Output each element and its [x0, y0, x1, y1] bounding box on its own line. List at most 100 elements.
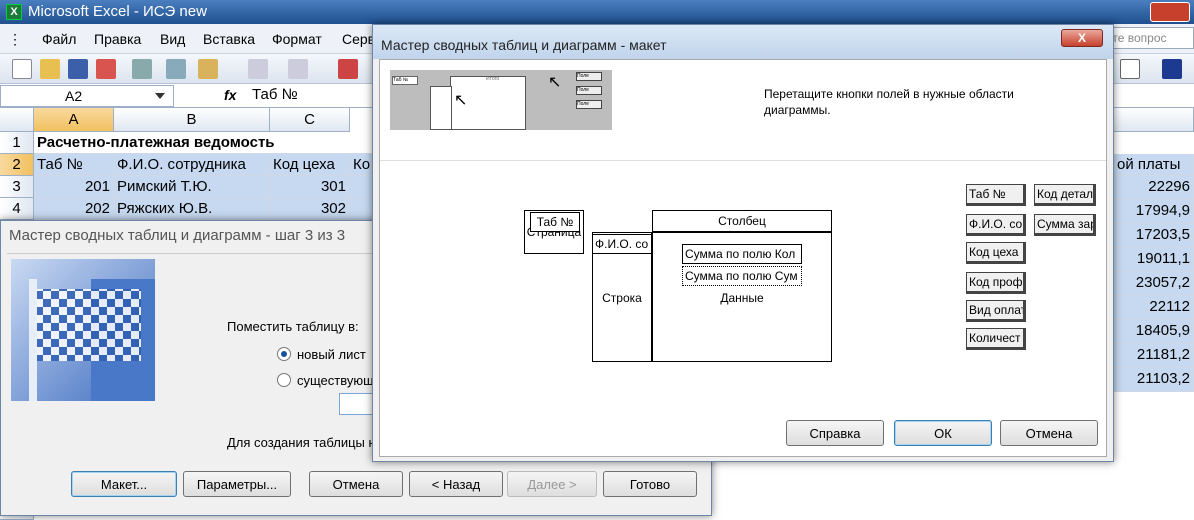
cell-b4[interactable]: Ряжских Ю.В. [114, 198, 270, 220]
excel-close-button[interactable] [1150, 2, 1190, 22]
field-button-fio[interactable]: Ф.И.О. со [966, 214, 1026, 236]
cell-a4[interactable]: 202 [34, 198, 114, 220]
step3-cancel-button[interactable]: Отмена [309, 471, 403, 497]
menu-insert[interactable]: Вставка [203, 31, 255, 47]
cell-a2[interactable]: Таб № [34, 154, 114, 176]
cell-pay-header[interactable]: ой платы [1114, 154, 1194, 176]
range-input[interactable] [339, 393, 373, 415]
layout-dialog-body: Таб № Итого Поле Поле Поле ↖ ↖ Перетащит… [379, 59, 1107, 457]
page-field-tab[interactable]: Таб № [530, 212, 580, 232]
row-header-2[interactable]: 2 [0, 154, 34, 176]
layout-button[interactable]: Макет... [71, 471, 177, 497]
row-header-1[interactable]: 1 [0, 132, 34, 154]
cell-pay-value[interactable]: 21103,2 [1114, 368, 1194, 392]
cell-pay-value[interactable]: 23057,2 [1114, 272, 1194, 296]
data-field-sum[interactable]: Сумма по полю Сум [682, 266, 802, 286]
layout-dialog-title: Мастер сводных таблиц и диаграмм - макет [373, 25, 1113, 59]
layout-cancel-button[interactable]: Отмена [1000, 420, 1098, 446]
borders-icon[interactable] [1120, 59, 1140, 79]
cell-d4[interactable] [350, 198, 374, 220]
radio-new-sheet[interactable] [277, 347, 291, 361]
data-field-qty[interactable]: Сумма по полю Кол [682, 244, 802, 264]
cell-c3[interactable]: 301 [270, 176, 350, 198]
undo-icon[interactable] [248, 59, 268, 79]
cell-a1-title[interactable]: Расчетно-платежная ведомость [34, 132, 374, 154]
menu-grip-icon: ⋮ [8, 31, 22, 47]
field-button-shop[interactable]: Код цеха [966, 242, 1026, 264]
existing-sheet-label: существующ [297, 373, 374, 388]
new-icon[interactable] [12, 59, 32, 79]
layout-preview: Таб № Итого Поле Поле Поле ↖ ↖ [390, 70, 612, 130]
preview-btn: Поле [576, 100, 602, 109]
formula-input[interactable]: Таб № [252, 86, 298, 103]
cell-pay-value[interactable]: 22296 [1114, 176, 1194, 200]
select-all-corner[interactable] [0, 108, 34, 132]
preview-row-area [430, 86, 452, 130]
field-button-salary[interactable]: Сумма зар [1034, 214, 1096, 236]
row-header-4[interactable]: 4 [0, 198, 34, 220]
cell-pay-value[interactable]: 18405,9 [1114, 320, 1194, 344]
field-button-qty[interactable]: Количест [966, 328, 1026, 350]
field-button-tab[interactable]: Таб № [966, 184, 1026, 206]
radio-existing-sheet[interactable] [277, 373, 291, 387]
menu-edit[interactable]: Правка [94, 31, 141, 47]
paste-icon[interactable] [198, 59, 218, 79]
print-icon[interactable] [132, 59, 152, 79]
chevron-down-icon[interactable] [155, 93, 165, 99]
column-header-b[interactable]: B [114, 108, 270, 132]
finish-button[interactable]: Готово [603, 471, 697, 497]
column-header-c[interactable]: C [270, 108, 350, 132]
next-button[interactable]: Далее > [507, 471, 597, 497]
cursor-icon: ↖ [454, 92, 468, 109]
name-box[interactable]: A2 [0, 85, 174, 107]
cell-pay-value[interactable]: 21181,2 [1114, 344, 1194, 368]
cell-pay-value[interactable]: 17994,9 [1114, 200, 1194, 224]
back-button[interactable]: < Назад [409, 471, 503, 497]
cell-pay-value[interactable]: 22112 [1114, 296, 1194, 320]
checkered-flag-icon [29, 279, 155, 401]
pivot-layout-dialog: Мастер сводных таблиц и диаграмм - макет… [372, 24, 1114, 462]
row-area-label: Строка [602, 291, 642, 305]
cell-c2[interactable]: Код цеха [270, 154, 350, 176]
menu-format[interactable]: Формат [272, 31, 322, 47]
row-field-fio[interactable]: Ф.И.О. со [592, 234, 652, 254]
cell-d2[interactable]: Ко [350, 154, 374, 176]
cell-a3[interactable]: 201 [34, 176, 114, 198]
cell-b3[interactable]: Римский Т.Ю. [114, 176, 270, 198]
ok-button[interactable]: ОК [894, 420, 992, 446]
options-button[interactable]: Параметры... [183, 471, 291, 497]
preview-col-label: Итого [486, 76, 500, 82]
research-icon[interactable] [166, 59, 186, 79]
column-drop-area[interactable]: Столбец [652, 210, 832, 232]
column-header-a[interactable]: A [34, 108, 114, 132]
menu-file[interactable]: Файл [42, 31, 76, 47]
redo-icon[interactable] [288, 59, 308, 79]
cell-c4[interactable]: 302 [270, 198, 350, 220]
place-table-label: Поместить таблицу в: [227, 319, 359, 334]
cell-pay-value[interactable]: 19011,1 [1114, 248, 1194, 272]
cell-b2[interactable]: Ф.И.О. сотрудника [114, 154, 270, 176]
help-button[interactable]: Справка [786, 420, 884, 446]
fill-color-icon[interactable] [1162, 59, 1182, 79]
format-painter-icon[interactable] [338, 59, 358, 79]
cell-d3[interactable] [350, 176, 374, 198]
open-icon[interactable] [40, 59, 60, 79]
excel-logo-icon: X [6, 4, 22, 20]
close-icon[interactable]: X [1061, 29, 1103, 47]
menu-view[interactable]: Вид [160, 31, 185, 47]
cell-pay-value[interactable]: 17203,5 [1114, 224, 1194, 248]
save-icon[interactable] [68, 59, 88, 79]
field-button-prof[interactable]: Код проф [966, 272, 1026, 294]
menu-tools[interactable]: Серв [342, 31, 375, 47]
preview-btn: Поле [576, 72, 602, 81]
insert-function-icon[interactable]: fx [224, 87, 236, 103]
excel-title: Microsoft Excel - ИСЭ new [28, 3, 207, 20]
row-header-3[interactable]: 3 [0, 176, 34, 198]
cursor-icon: ↖ [548, 74, 562, 91]
new-sheet-label: новый лист [297, 347, 366, 362]
hint-text: Для создания таблицы н [227, 435, 376, 450]
permission-icon[interactable] [96, 59, 116, 79]
field-button-paytype[interactable]: Вид оплат [966, 300, 1026, 322]
column-header-right[interactable] [1114, 108, 1194, 132]
field-button-part[interactable]: Код детал [1034, 184, 1096, 206]
